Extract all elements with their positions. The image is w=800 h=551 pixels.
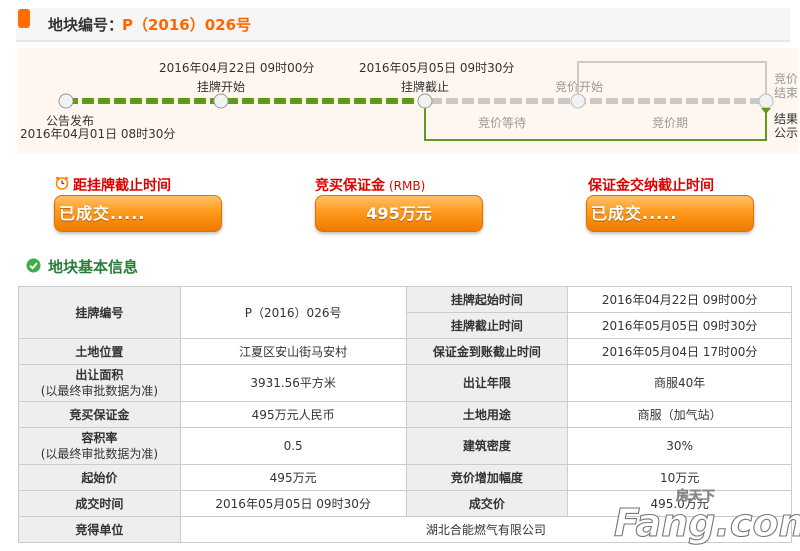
fang-logo-watermark: 房天下 Fang.com xyxy=(613,488,800,546)
timeline-result-label-2: 公示 xyxy=(774,126,799,140)
deposit-due-value: 2016年05月04日 17时00分 xyxy=(567,338,792,365)
deposit-deadline-title: 保证金交纳截止时间 xyxy=(588,178,714,194)
watermark-main: Fang.com xyxy=(614,501,800,545)
result-arrow-icon xyxy=(761,108,771,114)
listing-start-value: 2016年04月22日 09时00分 xyxy=(567,286,792,313)
location-label: 土地位置 xyxy=(18,338,181,365)
timeline-bidding-start-label: 竞价开始 xyxy=(555,80,604,94)
deposit-due-label: 保证金到账截止时间 xyxy=(405,338,569,365)
deadline-title: 距挂牌截止时间 xyxy=(73,178,171,194)
node-listing-start xyxy=(213,93,229,109)
timeline-listing-start-time: 2016年04月22日 09时00分 xyxy=(159,61,315,75)
deadline-value-bar: 已成交..... xyxy=(54,195,222,232)
deposit-title: 竞买保证金 xyxy=(315,178,385,194)
listing-end-value: 2016年05月05日 09时30分 xyxy=(567,312,792,339)
node-bidding-end xyxy=(758,93,774,109)
table-row: 出让面积 (以最终审批数据为准) 3931.56平方米 出让年限 商服40年 xyxy=(18,364,792,402)
density-label: 建筑密度 xyxy=(405,427,569,465)
node-listing-end xyxy=(417,93,433,109)
timeline-branch-path xyxy=(424,104,767,141)
deposit-unit: (RMB) xyxy=(389,179,426,193)
node-bidding-start xyxy=(570,93,586,109)
plot-ratio-label-cell: 容积率 (以最终审批数据为准) xyxy=(18,427,181,465)
table-row: 挂牌编号 P（2016）026号 挂牌起始时间 2016年04月22日 09时0… xyxy=(18,286,792,339)
plot-ratio-value: 0.5 xyxy=(179,427,407,465)
winner-label: 竞得单位 xyxy=(18,516,181,543)
increment-label: 竞价增加幅度 xyxy=(405,464,569,491)
usage-label: 土地用途 xyxy=(405,401,569,428)
term-label: 出让年限 xyxy=(405,364,569,402)
timeline-bidding-wait-label: 竞价等待 xyxy=(478,116,527,130)
listing-no-label: 挂牌编号 xyxy=(18,286,181,339)
listing-end-label: 挂牌截止时间 xyxy=(405,312,569,339)
term-value: 商服40年 xyxy=(567,364,792,402)
start-price-value: 495万元 xyxy=(179,464,407,491)
start-price-label: 起始价 xyxy=(18,464,181,491)
timeline-bidding-period-label: 竞价期 xyxy=(652,116,689,130)
plot-ratio-label: 容积率 xyxy=(81,431,118,445)
deadline-value: 已成交..... xyxy=(59,204,146,223)
timeline-listing-start-label: 挂牌开始 xyxy=(197,80,246,94)
deposit-deadline-value: 已成交..... xyxy=(591,204,678,223)
timeline-listing-end-time: 2016年05月05日 09时30分 xyxy=(359,61,515,75)
timeline-listing-end-label: 挂牌截止 xyxy=(401,80,450,94)
bid-deposit-label: 竞买保证金 xyxy=(18,401,181,428)
location-value: 江夏区安山街马安村 xyxy=(179,338,407,365)
deal-time-label: 成交时间 xyxy=(18,490,181,517)
area-note: (以最终审批数据为准) xyxy=(40,384,159,398)
deposit-deadline-value-bar: 已成交..... xyxy=(586,195,754,232)
table-row: 容积率 (以最终审批数据为准) 0.5 建筑密度 30% xyxy=(18,427,792,465)
listing-start-label: 挂牌起始时间 xyxy=(405,286,569,313)
table-row: 土地位置 江夏区安山街马安村 保证金到账截止时间 2016年05月04日 17时… xyxy=(18,338,792,365)
listing-no-value: P（2016）026号 xyxy=(179,286,407,339)
node-publish xyxy=(58,93,74,109)
area-label: 出让面积 xyxy=(75,368,124,382)
deal-price-label: 成交价 xyxy=(405,490,569,517)
deposit-value: 495万元 xyxy=(366,204,432,223)
density-value: 30% xyxy=(567,427,792,465)
usage-value: 商服（加气站） xyxy=(567,401,792,428)
area-value: 3931.56平方米 xyxy=(179,364,407,402)
timeline-publish-time: 2016年04月01日 08时30分 xyxy=(20,127,176,141)
table-row: 竞买保证金 495万元人民币 土地用途 商服（加气站） xyxy=(18,401,792,428)
check-circle-icon xyxy=(26,258,41,273)
area-label-cell: 出让面积 (以最终审批数据为准) xyxy=(18,364,181,402)
section-title: 地块基本信息 xyxy=(48,258,139,276)
timeline-bidding-bracket xyxy=(577,61,767,96)
deal-time-value: 2016年05月05日 09时30分 xyxy=(179,490,407,517)
deposit-title-row: 竞买保证金 (RMB) xyxy=(315,175,425,195)
timeline-bidding-end-label-2: 结束 xyxy=(774,86,799,100)
bid-deposit-value: 495万元人民币 xyxy=(179,401,407,428)
alarm-clock-icon xyxy=(55,176,69,190)
deposit-value-bar: 495万元 xyxy=(315,195,483,232)
plot-ratio-note: (以最终审批数据为准) xyxy=(40,447,159,461)
